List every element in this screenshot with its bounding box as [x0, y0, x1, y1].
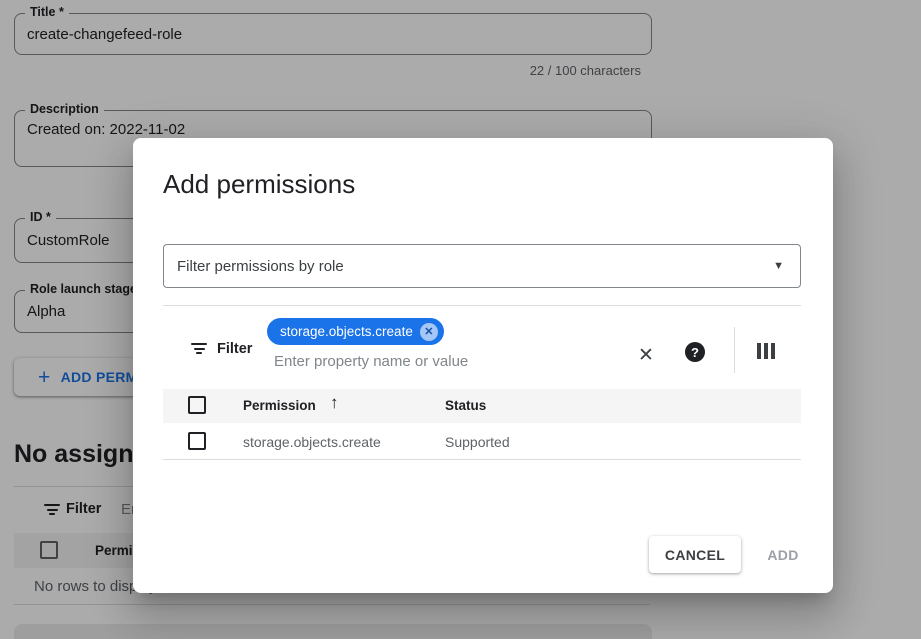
- row-status-cell: Supported: [445, 434, 510, 450]
- help-icon[interactable]: ?: [685, 342, 705, 362]
- select-all-checkbox[interactable]: [188, 396, 206, 414]
- status-column-header[interactable]: Status: [445, 398, 486, 413]
- cancel-button[interactable]: CANCEL: [649, 536, 741, 573]
- sort-ascending-icon[interactable]: ↑: [330, 393, 339, 413]
- dialog-title: Add permissions: [163, 169, 355, 200]
- dropdown-arrow-icon: ▼: [773, 260, 784, 272]
- screen: Title * create-changefeed-role 22 / 100 …: [0, 0, 921, 639]
- filter-chip-text: storage.objects.create: [280, 324, 413, 339]
- row-permission-cell: storage.objects.create: [243, 434, 381, 450]
- filter-input[interactable]: [274, 350, 604, 372]
- filter-chip[interactable]: storage.objects.create ✕: [267, 318, 444, 345]
- role-select-placeholder: Filter permissions by role: [177, 258, 344, 275]
- divider: [163, 305, 801, 306]
- column-display-icon[interactable]: [757, 343, 775, 359]
- add-permissions-dialog: Add permissions Filter permissions by ro…: [133, 138, 833, 593]
- dialog-filter-label: Filter: [217, 341, 252, 357]
- permission-column-header[interactable]: Permission: [243, 398, 316, 413]
- clear-filter-icon[interactable]: ✕: [638, 344, 654, 367]
- filter-funnel-icon: [191, 343, 207, 356]
- add-button[interactable]: ADD: [753, 536, 813, 573]
- row-checkbox[interactable]: [188, 432, 206, 450]
- vertical-divider: [734, 327, 735, 373]
- chip-remove-icon[interactable]: ✕: [420, 323, 438, 341]
- row-divider: [163, 459, 801, 460]
- filter-permissions-by-role-select[interactable]: Filter permissions by role ▼: [163, 244, 801, 288]
